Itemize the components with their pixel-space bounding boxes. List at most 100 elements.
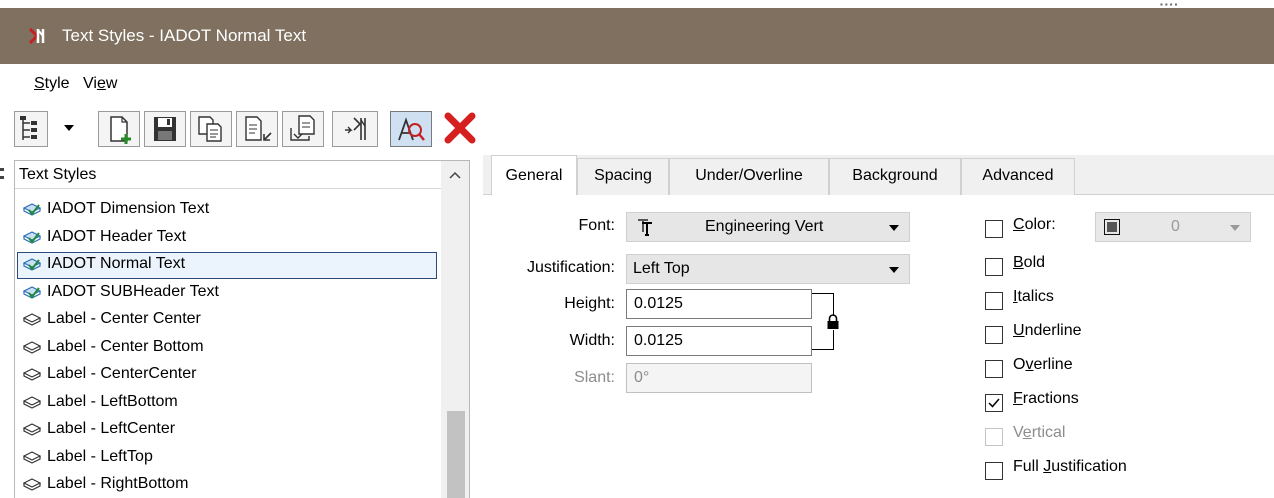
text-style-linked-icon xyxy=(22,257,42,273)
list-item[interactable]: Label - Center Bottom xyxy=(17,335,437,362)
slant-field[interactable]: 0° xyxy=(626,363,812,393)
tab-strip: General Spacing Under/Overline Backgroun… xyxy=(483,155,1274,196)
list-item-label: IADOT Normal Text xyxy=(47,255,186,272)
list-item-label: IADOT SUBHeader Text xyxy=(47,282,219,300)
tree-view-dropdown[interactable] xyxy=(62,111,76,147)
list-item-label: IADOT Header Text xyxy=(47,227,187,245)
list-item-label: Label - Center Center xyxy=(47,310,201,327)
tree-view-button[interactable] xyxy=(14,111,48,147)
toolbar xyxy=(0,104,1274,154)
font-dropdown[interactable]: Engineering Vert xyxy=(626,212,910,242)
list-item[interactable]: Label - CenterCenter xyxy=(17,362,437,389)
preview-button[interactable] xyxy=(390,111,432,147)
justification-value: Left Top xyxy=(633,260,690,277)
text-style-icon xyxy=(22,312,42,328)
justification-dropdown[interactable]: Left Top xyxy=(626,254,910,284)
fractions-checkbox[interactable] xyxy=(985,394,1003,412)
list-item[interactable]: IADOT SUBHeader Text xyxy=(17,280,437,307)
list-item-label: Label - LeftTop xyxy=(47,447,153,465)
list-item[interactable]: Label - LeftCenter xyxy=(17,417,437,444)
width-label: Width: xyxy=(569,332,615,349)
list-item-label: Label - LeftBottom xyxy=(47,392,178,410)
list-item[interactable]: Label - RightBottom xyxy=(17,472,437,498)
text-style-icon xyxy=(22,450,42,466)
import-icon xyxy=(237,112,277,146)
new-style-button[interactable] xyxy=(98,111,140,147)
full-justification-label: Full Justification xyxy=(1013,458,1127,475)
copy-style-button[interactable] xyxy=(190,111,232,147)
vertical-scrollbar[interactable] xyxy=(441,161,469,498)
tab-advanced[interactable]: Advanced xyxy=(961,158,1075,195)
height-label: Height: xyxy=(564,295,615,312)
list-item[interactable]: Label - LeftTop xyxy=(17,445,437,472)
color-dropdown[interactable]: 0 xyxy=(1095,212,1251,242)
list-item[interactable]: IADOT Normal Text xyxy=(17,252,437,279)
text-style-linked-icon xyxy=(22,285,42,301)
sync-button[interactable] xyxy=(332,111,378,147)
tab-under-overline[interactable]: Under/Overline xyxy=(669,158,829,195)
width-field[interactable]: 0.0125 xyxy=(626,326,812,356)
text-style-icon xyxy=(22,477,42,493)
color-value: 0 xyxy=(1171,218,1180,235)
height-field[interactable]: 0.0125 xyxy=(626,289,812,319)
style-properties-panel: General Spacing Under/Overline Backgroun… xyxy=(483,155,1274,498)
list-header-label: Text Styles xyxy=(19,166,97,183)
menu-bar: Style View xyxy=(0,64,1274,104)
italics-label: Italics xyxy=(1013,288,1054,305)
microstation-app-icon xyxy=(28,26,48,46)
list-item-label: Label - LeftCenter xyxy=(47,420,176,437)
copy-style-icon xyxy=(191,112,231,146)
underline-checkbox[interactable] xyxy=(985,326,1003,344)
list-item-label: IADOT Dimension Text xyxy=(47,200,210,217)
tab-general[interactable]: General xyxy=(491,155,577,196)
overline-checkbox[interactable] xyxy=(985,360,1003,378)
color-label: Color: xyxy=(1013,216,1056,233)
menu-style[interactable]: Style xyxy=(34,75,70,93)
dropdown-arrow-icon xyxy=(62,111,76,145)
lock-icon[interactable] xyxy=(826,314,840,335)
menu-view[interactable]: View xyxy=(83,75,117,93)
bold-checkbox[interactable] xyxy=(985,258,1003,276)
delete-button[interactable] xyxy=(440,111,480,147)
color-swatch xyxy=(1104,219,1120,235)
color-swatch-fill xyxy=(1107,222,1117,232)
list-item[interactable]: Label - LeftBottom xyxy=(17,390,437,417)
justification-label: Justification: xyxy=(526,259,615,276)
text-style-icon xyxy=(22,340,42,356)
slant-label: Slant: xyxy=(574,369,615,386)
scroll-up-arrow-icon[interactable] xyxy=(441,161,469,189)
scrollbar-thumb[interactable] xyxy=(447,411,465,498)
check-icon xyxy=(988,398,1000,408)
color-checkbox[interactable] xyxy=(985,220,1003,238)
bold-label: Bold xyxy=(1013,254,1046,271)
text-style-icon xyxy=(22,422,42,438)
save-icon xyxy=(145,112,185,146)
underline-label: Underline xyxy=(1013,322,1082,339)
font-value: Engineering Vert xyxy=(705,218,824,235)
text-style-icon xyxy=(22,367,42,383)
save-button[interactable] xyxy=(144,111,186,147)
vertical-checkbox[interactable] xyxy=(985,428,1003,446)
tree-view-icon xyxy=(15,112,47,146)
list-item[interactable]: IADOT Dimension Text xyxy=(17,197,437,224)
aspect-lock-bracket-top xyxy=(812,293,834,316)
full-justification-checkbox[interactable] xyxy=(985,462,1003,480)
vertical-label: Vertical xyxy=(1013,424,1066,441)
import-button[interactable] xyxy=(236,111,278,147)
text-style-linked-icon xyxy=(22,202,42,218)
tab-background[interactable]: Background xyxy=(829,158,961,195)
truetype-font-icon xyxy=(635,217,655,242)
preview-icon xyxy=(391,112,431,146)
edge-marker xyxy=(0,168,4,171)
chevron-down-icon xyxy=(889,267,899,273)
export-button[interactable] xyxy=(282,111,324,147)
tab-spacing[interactable]: Spacing xyxy=(577,158,669,195)
window-title: Text Styles - IADOT Normal Text xyxy=(62,26,307,45)
text-style-linked-icon xyxy=(22,230,42,246)
overline-label: Overline xyxy=(1013,356,1073,373)
list-item[interactable]: Label - Center Center xyxy=(17,307,437,334)
font-label: Font: xyxy=(578,217,615,234)
list-header[interactable]: Text Styles xyxy=(15,161,455,189)
italics-checkbox[interactable] xyxy=(985,292,1003,310)
list-item[interactable]: IADOT Header Text xyxy=(17,225,437,252)
